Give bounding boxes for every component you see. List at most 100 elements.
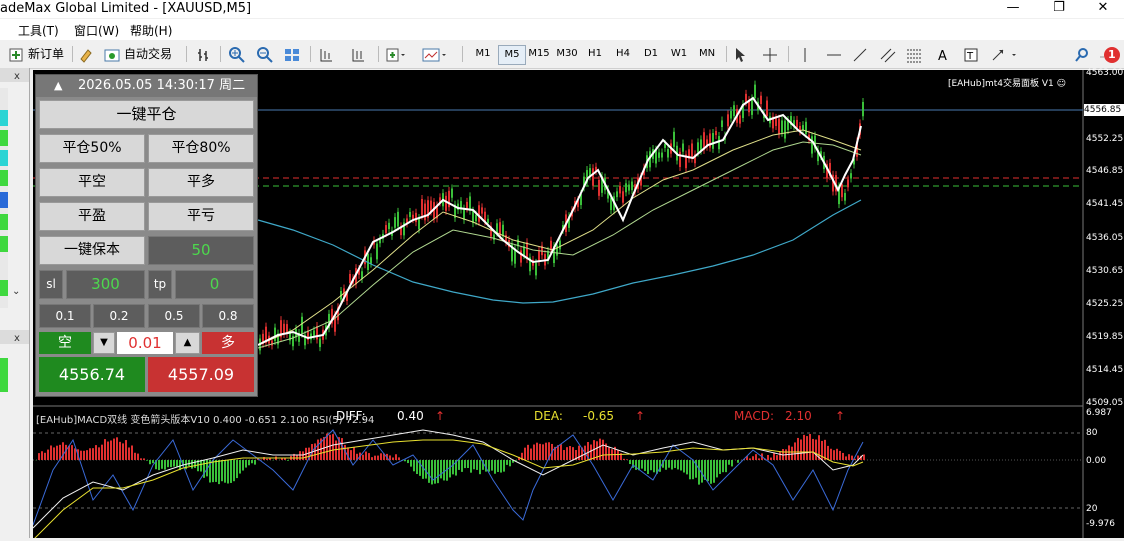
arrow-up-icon: ↑ [635,409,645,423]
auto-trade-button[interactable]: 自动交易 [124,44,172,64]
lot-input[interactable]: 0.01 [117,332,173,354]
zoom-out-icon[interactable] [256,44,274,64]
svg-text:T: T [966,51,974,62]
notification-count: 1 [1108,48,1116,61]
templates-icon[interactable] [422,44,448,64]
breakeven-button[interactable]: 一键保本 [39,236,145,265]
lot-preset-0.1[interactable]: 0.1 [39,304,91,328]
timeframe-m1[interactable]: M1 [470,45,496,63]
trendline-icon[interactable] [852,44,868,64]
autoscroll-icon[interactable] [350,44,366,64]
new-order-icon[interactable] [8,44,24,64]
channel-icon[interactable] [880,44,896,64]
timeframe-h1[interactable]: H1 [582,45,608,63]
vertical-line-icon[interactable] [798,44,812,64]
price-axis-label: 4530.65 [1086,266,1123,276]
sell-button[interactable]: 4556.74 [39,357,145,392]
close-profit-button[interactable]: 平盈 [39,202,145,231]
timeframe-m5[interactable]: M5 [498,45,526,65]
sl-label: sl [39,270,63,299]
arrow-up-icon: ↑ [435,409,445,423]
price-axis-label: 4525.25 [1086,299,1123,309]
fibonacci-icon[interactable] [906,44,922,64]
metaeditor-icon[interactable] [78,44,94,64]
breakeven-input[interactable]: 50 [148,236,254,265]
arrow-up-icon: ↑ [835,409,845,423]
ma-white [258,98,861,345]
price-axis-label: 4514.45 [1086,365,1123,375]
close-button[interactable]: ✕ [1080,0,1124,18]
diff-label: DIFF: [336,409,366,423]
collapse-icon[interactable]: ▲ [54,75,62,97]
menu-tools[interactable]: 工具(T) [18,22,59,39]
price-axis-label: 4563.00 [1086,68,1123,78]
svg-text:⌄: ⌄ [12,286,20,297]
lot-increase-icon[interactable]: ▲ [175,332,200,354]
buy-button[interactable]: 4557.09 [148,357,254,392]
window-title: adeMax Global Limited - [XAUUSD,M5] [0,1,251,16]
sl-input[interactable]: 300 [66,270,145,299]
timeframe-d1[interactable]: D1 [638,45,664,63]
market-watch-fragment: x ⌄ x [0,68,29,538]
indicators-icon[interactable] [386,44,406,64]
price-axis-label: 4509.05 [1086,398,1123,408]
tp-input[interactable]: 0 [175,270,254,299]
maximize-button[interactable]: ❐ [1036,0,1082,18]
close-80-button[interactable]: 平仓80% [148,134,254,163]
price-axis-label: 4552.25 [1086,134,1123,144]
close-50-button[interactable]: 平仓50% [39,134,145,163]
dea-value: -0.65 [583,409,614,423]
sell-label[interactable]: 空 [39,332,91,354]
indicator-axis-label: 80 [1086,428,1097,438]
close-loss-button[interactable]: 平亏 [148,202,254,231]
timeframe-w1[interactable]: W1 [666,45,692,63]
tile-windows-icon[interactable] [284,44,300,64]
current-price-tag: 4556.85 [1084,104,1124,116]
close-long-button[interactable]: 平多 [148,168,254,197]
buy-label[interactable]: 多 [202,332,254,354]
menu-window[interactable]: 窗口(W) [74,22,119,39]
indicator-axis-label: 0.00 [1086,456,1106,466]
horizontal-line-icon[interactable] [826,44,842,64]
lot-decrease-icon[interactable]: ▼ [93,332,115,354]
toolbar: 新订单 自动交易 A T 1 M1M5M15M30H1H4D1W1MN [0,40,1124,69]
timeframe-h4[interactable]: H4 [610,45,636,63]
indicator-axis-label: 6.987 [1086,408,1112,418]
indicator-name: [EAHub]MACD双线 变色箭头版本V10 0.400 -0.651 2.1… [36,411,374,426]
crosshair-icon[interactable] [762,44,778,64]
indicator-axis-label: -9.976 [1086,519,1115,529]
dea-label: DEA: [534,409,563,423]
close-short-button[interactable]: 平空 [39,168,145,197]
trade-panel: ▲ 2026.05.05 14:30:17 周二 一键平仓 平仓50% 平仓80… [35,74,258,397]
bar-chart-icon[interactable] [195,44,211,64]
chart-shift-icon[interactable] [318,44,334,64]
label-icon[interactable]: T [964,44,978,64]
timeframe-m15[interactable]: M15 [526,45,552,63]
price-axis-label: 4519.85 [1086,332,1123,342]
lot-preset-0.8[interactable]: 0.8 [202,304,254,328]
ea-label: [EAHub]mt4交易面板 V1 ☺ [948,76,1066,89]
macd-value: 2.10 [785,409,812,423]
diff-value: 0.40 [397,409,424,423]
price-axis-label: 4536.05 [1086,233,1123,243]
new-order-button[interactable]: 新订单 [28,44,64,64]
indicator-axis-label: 20 [1086,504,1097,514]
price-axis-label: 4546.85 [1086,166,1123,176]
cursor-icon[interactable] [734,44,748,64]
lot-preset-0.2[interactable]: 0.2 [93,304,145,328]
minimize-button[interactable]: — [990,0,1036,18]
menu-help[interactable]: 帮助(H) [130,22,172,39]
svg-text:x: x [14,333,20,344]
close-all-button[interactable]: 一键平仓 [39,100,254,129]
search-icon[interactable] [1074,44,1090,64]
auto-trade-icon[interactable] [104,44,120,64]
timeframe-mn[interactable]: MN [694,45,720,63]
zoom-in-icon[interactable] [228,44,246,64]
lot-preset-0.5[interactable]: 0.5 [148,304,200,328]
macd-label: MACD: [734,409,774,423]
text-icon[interactable]: A [936,44,950,64]
dea-line [33,440,863,538]
svg-text:x: x [14,71,20,82]
arrows-icon[interactable] [990,44,1020,64]
timeframe-m30[interactable]: M30 [554,45,580,63]
